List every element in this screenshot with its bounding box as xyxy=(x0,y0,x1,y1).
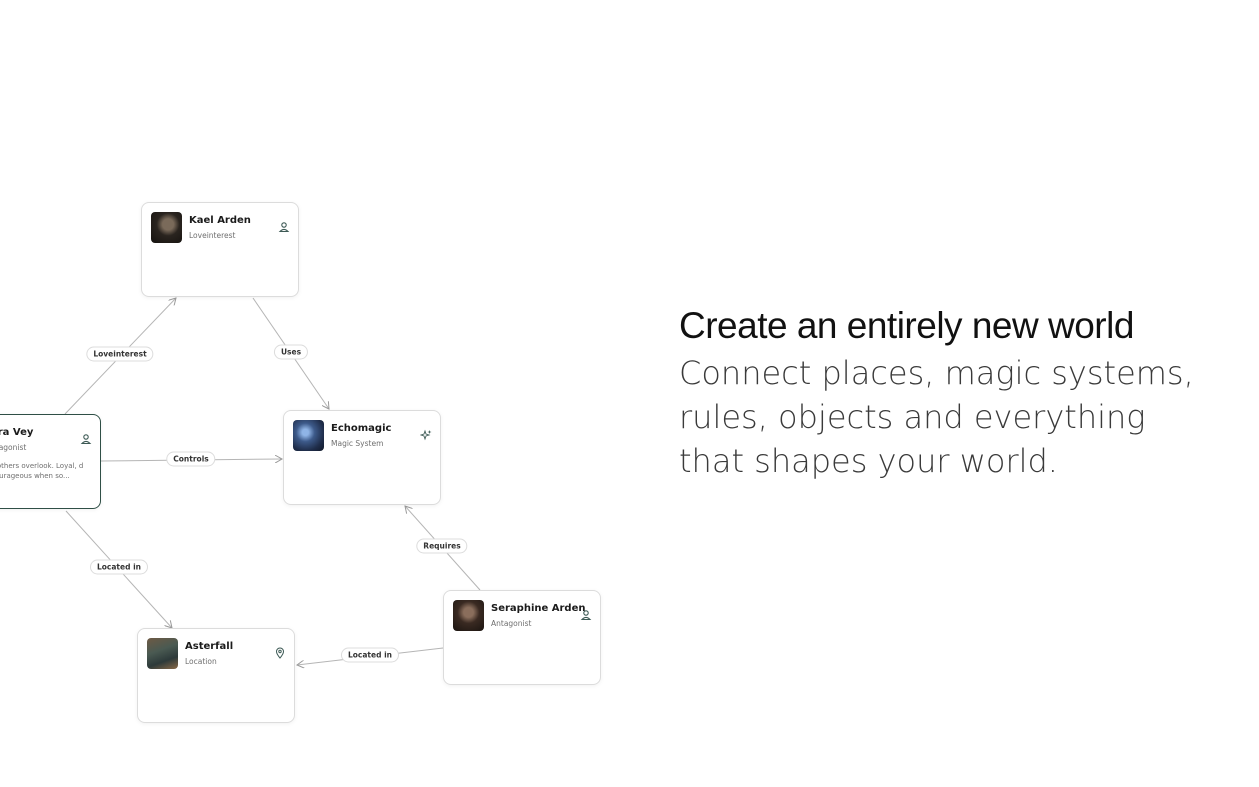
edge-label-located-in[interactable]: Located in xyxy=(340,647,400,663)
edge-label-located-in[interactable]: Located in xyxy=(89,559,149,575)
hero-subtitle: Connect places, magic systems, rules, ob… xyxy=(679,354,1194,480)
node-card-kael-arden[interactable]: Kael Arden Loveinterest xyxy=(141,202,299,297)
hero-title: Create an entirely new world xyxy=(679,305,1134,346)
node-type: Antagonist xyxy=(491,619,532,628)
canvas[interactable]: Loveinterest Uses Controls Requires Loca… xyxy=(0,0,1259,787)
location-image xyxy=(147,638,178,669)
edge-label-loveinterest[interactable]: Loveinterest xyxy=(86,346,154,362)
node-description: s others overlook. Loyal, d courageous w… xyxy=(0,462,84,480)
edge-label-uses[interactable]: Uses xyxy=(273,344,309,360)
sparkle-icon xyxy=(420,429,432,441)
node-name: Echomagic xyxy=(331,423,392,434)
map-pin-icon xyxy=(275,647,285,659)
magic-system-image xyxy=(293,420,324,451)
person-icon xyxy=(580,610,592,621)
person-icon xyxy=(80,434,92,445)
character-avatar xyxy=(453,600,484,631)
character-avatar xyxy=(151,212,182,243)
node-card-seraphine-arden[interactable]: Seraphine Arden Antagonist xyxy=(443,590,601,685)
node-type: Location xyxy=(185,657,217,666)
node-type: Magic System xyxy=(331,439,384,448)
person-icon xyxy=(278,222,290,233)
hero-section: Create an entirely new world Connect pla… xyxy=(679,303,1239,483)
node-type: Loveinterest xyxy=(189,231,236,240)
node-card-asterfall[interactable]: Asterfall Location xyxy=(137,628,295,723)
node-type: ntagonist xyxy=(0,443,27,452)
edge-label-requires[interactable]: Requires xyxy=(416,538,468,554)
edge-label-controls[interactable]: Controls xyxy=(166,451,216,467)
node-card-echomagic[interactable]: Echomagic Magic System xyxy=(283,410,441,505)
node-name: Kael Arden xyxy=(189,215,251,226)
node-name: Asterfall xyxy=(185,641,234,652)
node-name: ara Vey xyxy=(0,427,34,438)
node-name: Seraphine Arden xyxy=(491,603,586,614)
node-card-lara-vey[interactable]: ara Vey ntagonist s others overlook. Loy… xyxy=(0,414,101,509)
